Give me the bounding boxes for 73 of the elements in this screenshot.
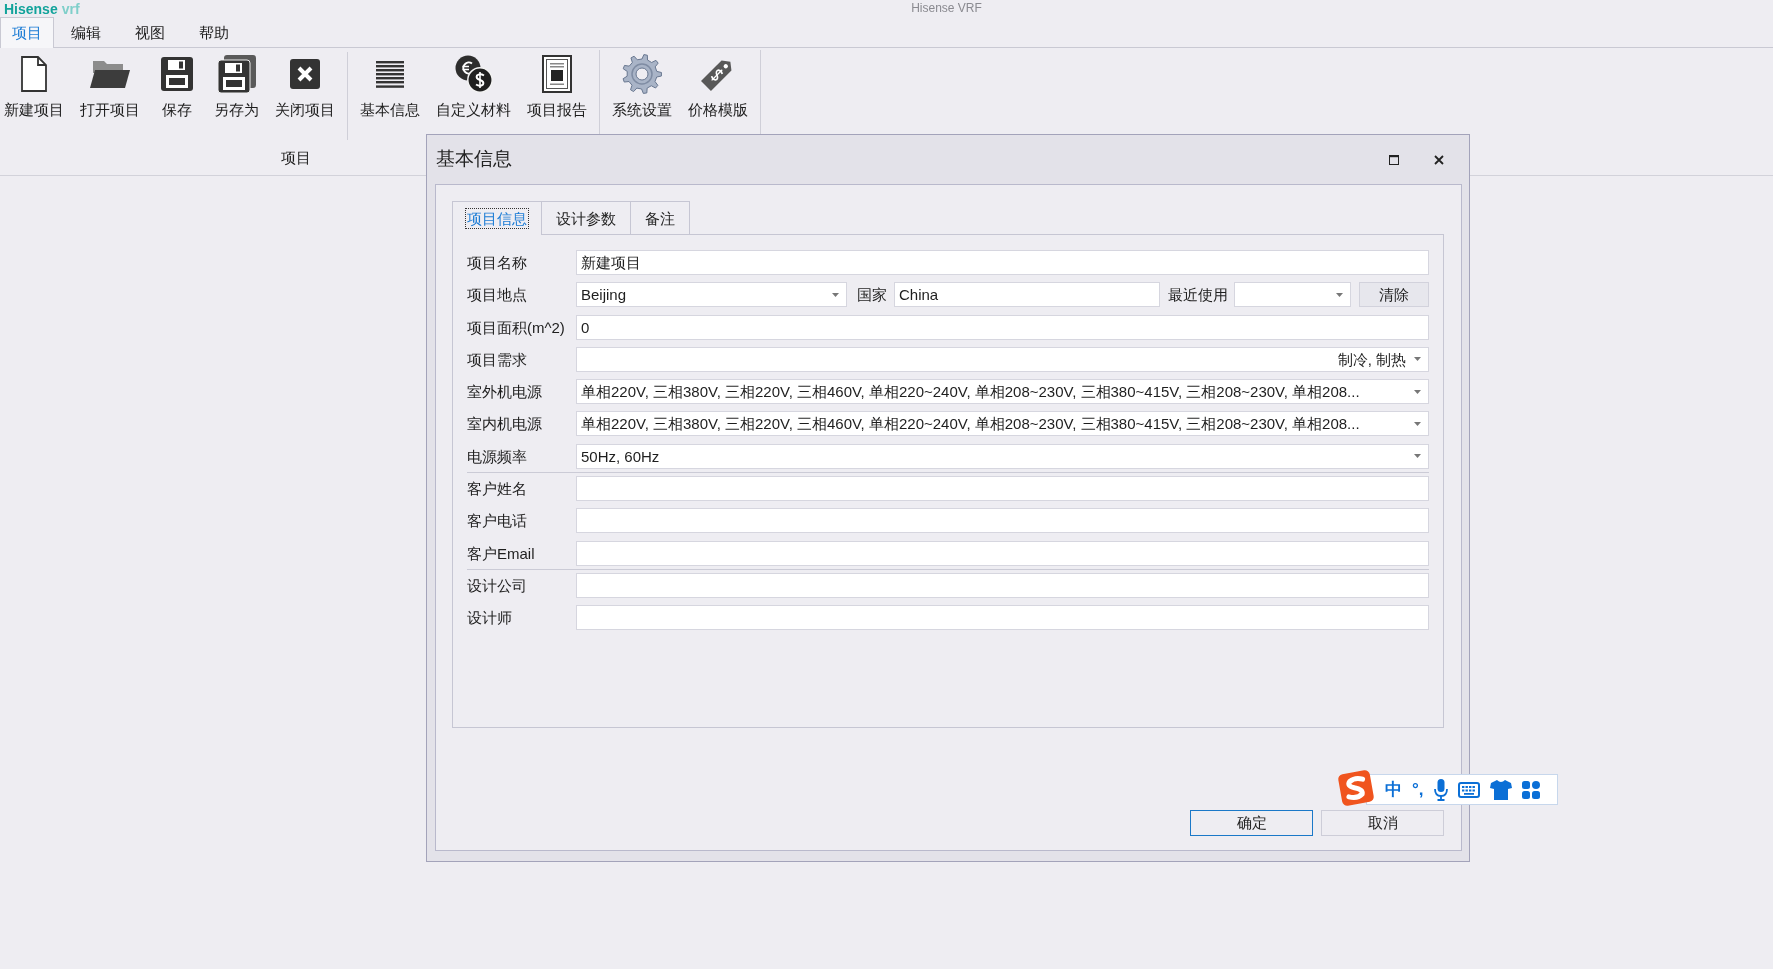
caret-icon (1336, 292, 1343, 297)
microphone-icon[interactable] (1433, 778, 1448, 801)
caret-icon (1414, 357, 1421, 362)
field-label: 国家 (857, 285, 887, 306)
system-settings-button[interactable]: 系统设置 (608, 48, 676, 122)
punctuation-toggle[interactable]: °, (1412, 779, 1424, 800)
text-field[interactable] (576, 605, 1429, 631)
save-button[interactable]: 保存 (152, 48, 202, 122)
dropdown-field[interactable]: 50Hz, 60Hz (576, 443, 1429, 469)
document-icon (542, 55, 572, 93)
maximize-icon (1389, 154, 1399, 165)
field-label: 设计公司 (467, 575, 528, 596)
price-template-button[interactable]: 价格模版 (684, 48, 752, 122)
menu-tab[interactable]: 帮助 (182, 17, 246, 47)
cancel-button[interactable]: 取消 (1321, 810, 1444, 836)
text-field[interactable] (576, 572, 1429, 598)
checklist-dropdown[interactable]: 制冷, 制热 (576, 346, 1429, 372)
project-report-button[interactable]: 项目报告 (523, 48, 591, 122)
city-dropdown[interactable]: Beijing (576, 282, 847, 308)
field-label: 室外机电源 (467, 382, 543, 403)
logo-subtext: vrf (61, 0, 80, 17)
dropdown-field[interactable]: 单相220V, 三相380V, 三相220V, 三相460V, 单相220~240V, 单相208~230V, 三相380~415V, 三相208~230V, 单相208... (576, 411, 1429, 437)
caret-icon (1414, 422, 1421, 426)
open-project-button[interactable]: 打开项目 (76, 48, 144, 122)
new-project-button[interactable]: 新建项目 (0, 48, 68, 122)
blank-page-icon (21, 56, 47, 92)
gear-icon (622, 54, 662, 94)
menu-tab[interactable]: 视图 (118, 17, 182, 47)
field-label: 项目名称 (467, 253, 528, 273)
dialog-title: 基本信息 (436, 147, 513, 172)
tab[interactable]: 备注 (630, 201, 690, 234)
caret-icon (832, 292, 839, 297)
text-field[interactable] (576, 540, 1429, 566)
dropdown-field[interactable]: 单相220V, 三相380V, 三相220V, 三相460V, 单相220~240V, 单相208~230V, 三相380~415V, 三相208~230V, 单相208... (576, 379, 1429, 405)
basic-info-button[interactable]: 基本信息 (356, 48, 424, 122)
caret-icon (1414, 389, 1421, 394)
floppy-disks-icon (217, 55, 256, 93)
field-label: 客户Email (467, 543, 536, 564)
ribbon-group-label: 项目 (280, 148, 311, 168)
grid-icon[interactable] (1521, 780, 1540, 799)
menu-tab[interactable]: 编辑 (54, 17, 118, 47)
custom-material-button[interactable]: 自定义材料 (432, 48, 515, 122)
clear-button[interactable]: 清除 (1359, 282, 1429, 308)
field-label: 项目地点 (467, 285, 528, 306)
lines-icon (376, 60, 404, 88)
menu-tab[interactable]: 项目 (0, 17, 54, 48)
keyboard-icon[interactable] (1457, 781, 1480, 798)
caret-icon (1414, 454, 1421, 459)
text-field[interactable] (576, 508, 1429, 534)
field-label: 设计师 (467, 608, 513, 629)
field-label: 客户姓名 (467, 479, 528, 500)
close-icon (1434, 154, 1444, 165)
close-project-button[interactable]: 关闭项目 (271, 48, 339, 122)
field-label: 客户电话 (467, 511, 528, 532)
field-label: 项目面积(m^2) (467, 317, 566, 338)
shirt-icon[interactable] (1489, 779, 1512, 800)
country-field[interactable]: China (894, 282, 1160, 308)
text-field[interactable]: 0 (576, 314, 1429, 340)
save-as-button[interactable]: 另存为 (210, 48, 263, 122)
field-label: 室内机电源 (467, 414, 543, 435)
field-label: 项目需求 (467, 349, 528, 370)
text-field[interactable] (576, 476, 1429, 502)
input-mode-toggle[interactable]: 中 (1385, 779, 1402, 800)
tab[interactable]: 项目信息 (452, 201, 542, 235)
coins-icon (454, 55, 493, 93)
text-field[interactable]: 新建项目 (576, 250, 1429, 275)
field-label: 电源频率 (467, 446, 528, 467)
ok-button[interactable]: 确定 (1190, 810, 1313, 836)
field-label: 最近使用 (1168, 285, 1228, 306)
window-title: Hisense VRF (910, 1, 982, 16)
folder-icon (90, 59, 130, 89)
logo-text: Hisense (4, 0, 58, 17)
close-icon (290, 59, 320, 89)
